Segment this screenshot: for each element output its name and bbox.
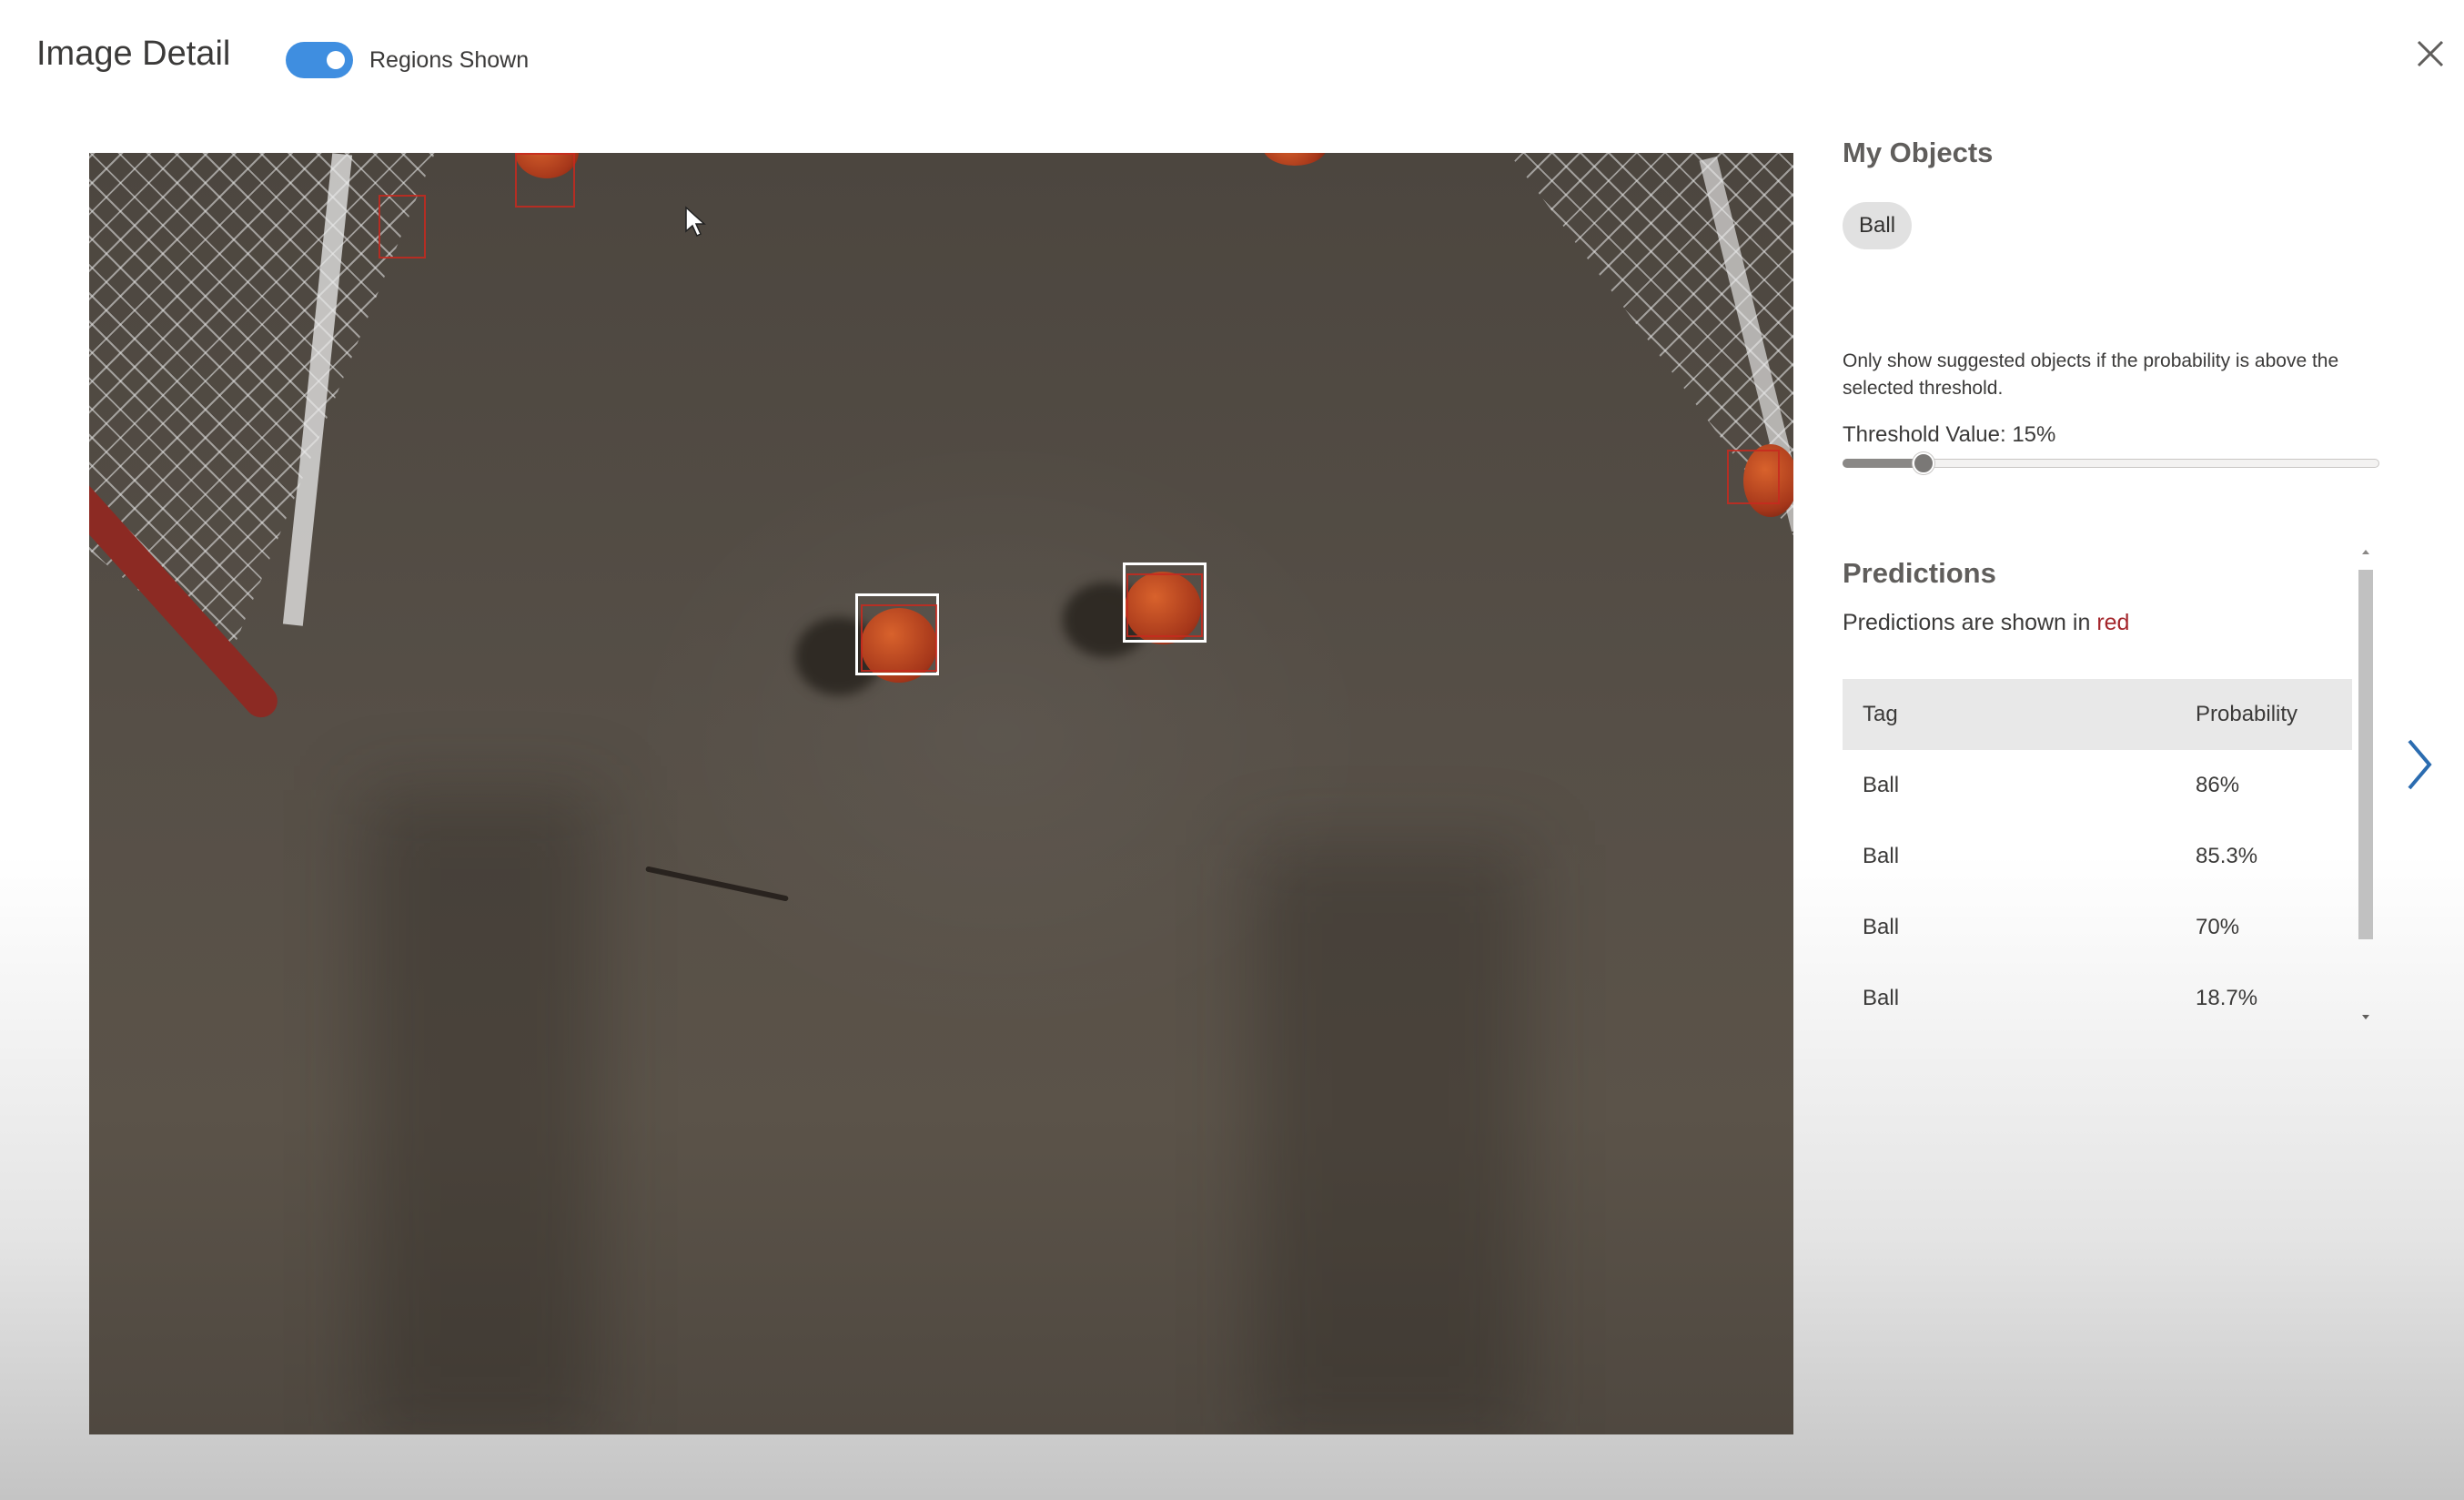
row-tag: Ball (1863, 915, 1900, 939)
object-tag-ball[interactable]: Ball (1843, 202, 1913, 249)
scrollbar-thumb[interactable] (2358, 570, 2373, 939)
my-objects-heading: My Objects (1843, 137, 1994, 168)
floor-shadow (362, 790, 599, 1434)
ball-object (1263, 153, 1327, 166)
predictions-subtitle-text: Predictions are shown in (1843, 610, 2097, 635)
regions-shown-toggle[interactable] (286, 42, 353, 78)
threshold-slider[interactable] (1843, 450, 2379, 475)
floor-shadow (1254, 845, 1527, 1434)
row-probability: 85.3% (2196, 844, 2258, 868)
prediction-box[interactable] (515, 153, 575, 208)
table-row[interactable]: Ball 86% (1843, 750, 2352, 821)
prediction-box[interactable] (861, 604, 937, 672)
predictions-subtitle: Predictions are shown in red (1843, 610, 2129, 636)
prediction-box[interactable] (1126, 573, 1203, 637)
column-header-probability[interactable]: Probability (2196, 679, 2352, 750)
dialog-title: Image Detail (36, 35, 231, 73)
image-viewer[interactable] (89, 153, 1793, 1434)
row-tag: Ball (1863, 986, 1900, 1010)
row-probability: 86% (2196, 773, 2240, 797)
prediction-box[interactable] (1727, 450, 1780, 504)
threshold-value-label: Threshold Value: 15% (1843, 422, 2056, 447)
row-probability: 70% (2196, 915, 2240, 939)
table-row[interactable]: Ball 18.7% (1843, 963, 2352, 1034)
table-header-row: Tag Probability (1843, 679, 2352, 750)
table-row[interactable]: Ball 85.3% (1843, 821, 2352, 892)
predictions-table: Tag Probability Ball 86% Ball 85.3% Ball… (1843, 679, 2352, 1034)
prediction-box[interactable] (379, 195, 426, 258)
close-icon[interactable] (2411, 35, 2449, 73)
row-probability: 18.7% (2196, 986, 2258, 1010)
regions-shown-label: Regions Shown (369, 47, 530, 73)
toggle-knob (327, 51, 345, 69)
column-header-tag[interactable]: Tag (1843, 679, 2196, 750)
floor-scuff (645, 866, 789, 902)
row-tag: Ball (1863, 773, 1900, 797)
predictions-heading: Predictions (1843, 557, 1996, 589)
scroll-up-arrow-icon[interactable] (2355, 542, 2377, 561)
chevron-right-icon[interactable] (2400, 735, 2437, 794)
predictions-subtitle-red: red (2096, 610, 2130, 635)
mouse-pointer-icon (684, 206, 706, 238)
slider-thumb[interactable] (1912, 452, 1934, 474)
table-row[interactable]: Ball 70% (1843, 892, 2352, 963)
scroll-down-arrow-icon[interactable] (2355, 1008, 2377, 1027)
slider-fill (1843, 459, 1924, 468)
threshold-description: Only show suggested objects if the proba… (1843, 350, 2339, 399)
row-tag: Ball (1863, 844, 1900, 868)
predictions-scrollbar[interactable] (2355, 542, 2377, 1027)
